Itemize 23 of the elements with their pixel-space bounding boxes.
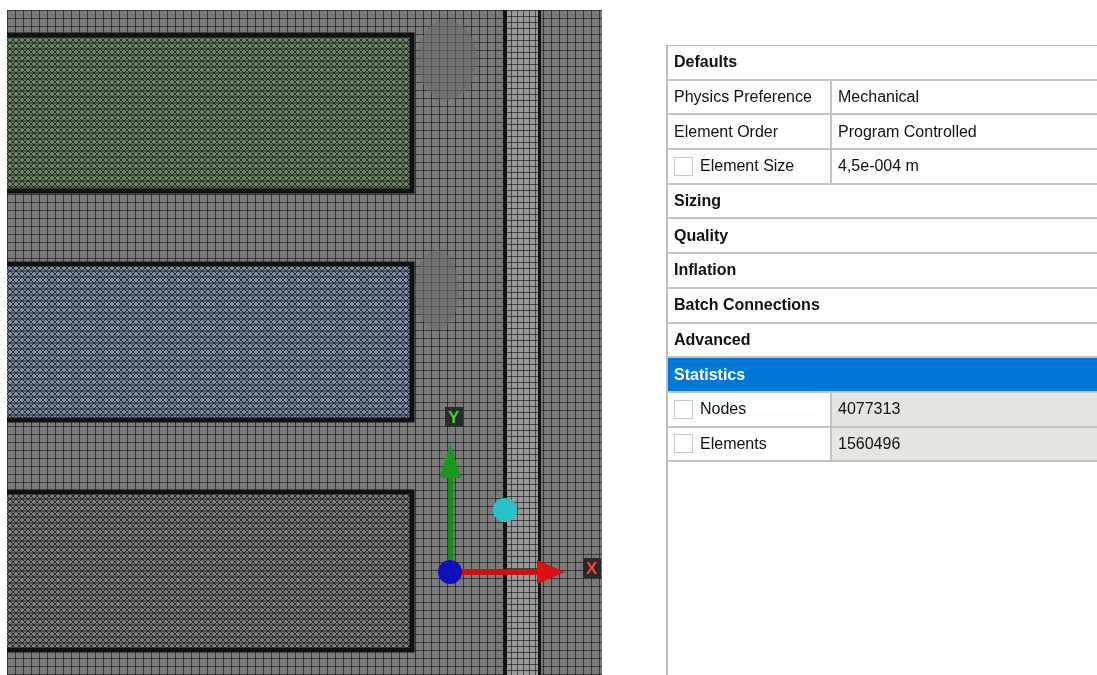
- group-header[interactable]: Batch Connections: [668, 288, 1097, 322]
- group-header[interactable]: Advanced: [668, 323, 1097, 357]
- property-label: Element Size: [700, 156, 795, 177]
- origin-sphere: [438, 560, 462, 584]
- group-header[interactable]: Inflation: [668, 254, 1097, 287]
- property-label: Elements: [700, 433, 767, 454]
- property-value[interactable]: 4,5e-004 m: [832, 150, 1097, 183]
- axis-label: Y: [448, 408, 460, 427]
- property-label: Element Order: [674, 121, 779, 142]
- checkbox[interactable]: [674, 156, 693, 176]
- checkbox[interactable]: [674, 399, 693, 419]
- group-header[interactable]: Defaults: [668, 46, 1097, 79]
- group-header[interactable]: Quality: [668, 219, 1097, 253]
- property-value: 4077313: [832, 392, 1097, 426]
- property-value[interactable]: Mechanical: [832, 80, 1097, 114]
- property-value[interactable]: Program Controlled: [832, 115, 1097, 149]
- axis-label: X: [586, 559, 598, 578]
- group-header[interactable]: Statistics: [668, 358, 1097, 391]
- checkbox[interactable]: [674, 434, 693, 454]
- property-label: Nodes: [700, 399, 747, 420]
- property-label: Physics Preference: [674, 87, 812, 108]
- group-header[interactable]: Sizing: [668, 184, 1097, 218]
- property-value: 1560496: [832, 427, 1097, 461]
